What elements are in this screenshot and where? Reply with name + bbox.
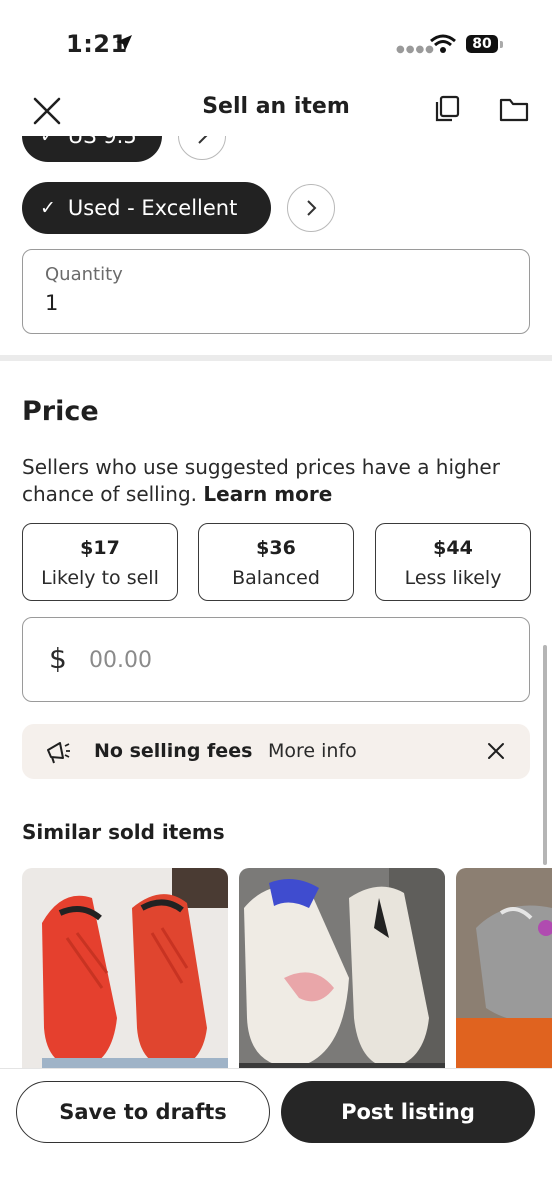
white-sneakers-image [239,868,445,1073]
suggestion-amount: $36 [256,537,296,559]
scrollbar[interactable] [543,645,547,865]
price-suggestion-likely[interactable]: $17 Likely to sell [22,523,178,601]
more-info-link[interactable]: More info [268,740,357,762]
similar-items-heading: Similar sold items [22,820,225,844]
bottom-action-bar: Save to drafts Post listing [0,1068,552,1201]
no-fees-banner: No selling fees More info [22,724,530,779]
suggestion-amount: $44 [433,537,473,559]
location-arrow-icon [116,35,132,51]
condition-chip[interactable]: ✓ Used - Excellent [22,182,271,234]
app-header: Sell an item [0,80,552,136]
price-suggestion-balanced[interactable]: $36 Balanced [198,523,354,601]
suggestion-caption: Likely to sell [41,567,159,589]
folder-icon[interactable] [498,94,530,124]
copy-icon[interactable] [432,94,462,124]
check-icon: ✓ [40,197,56,219]
price-description: Sellers who use suggested prices have a … [22,454,532,508]
price-heading: Price [22,396,99,427]
battery-indicator: 80 [466,35,498,53]
price-suggestion-less-likely[interactable]: $44 Less likely [375,523,531,601]
red-sneakers-image [22,868,228,1073]
suggestion-amount: $17 [80,537,120,559]
learn-more-link[interactable]: Learn more [203,482,332,506]
chevron-right-icon [307,200,317,216]
quantity-field[interactable]: Quantity 1 [22,249,530,334]
dollar-icon: $ [49,642,67,675]
price-field[interactable]: $ [22,617,530,702]
similar-item-thumbnail[interactable] [239,868,445,1073]
battery-level: 80 [472,36,492,52]
suggestion-caption: Balanced [232,567,320,589]
quantity-value[interactable]: 1 [45,291,58,315]
page-title: Sell an item [202,94,350,119]
battery-tip [500,41,503,48]
post-listing-button[interactable]: Post listing [281,1081,535,1143]
section-divider [0,355,552,361]
quantity-label: Quantity [45,264,123,285]
megaphone-icon [47,742,70,764]
suggestion-caption: Less likely [404,567,502,589]
gray-sneakers-image [456,868,552,1073]
no-fees-text: No selling fees [94,740,253,762]
similar-item-thumbnail[interactable] [456,868,552,1073]
condition-chevron-button[interactable] [287,184,335,232]
status-bar: 1:21 ●●●● 80 [0,0,552,80]
condition-chip-label: Used - Excellent [67,196,238,220]
similar-item-thumbnail[interactable] [22,868,228,1073]
close-icon[interactable] [486,741,506,761]
price-input[interactable] [89,642,489,678]
wifi-icon [430,34,456,53]
save-to-drafts-button[interactable]: Save to drafts [16,1081,270,1143]
